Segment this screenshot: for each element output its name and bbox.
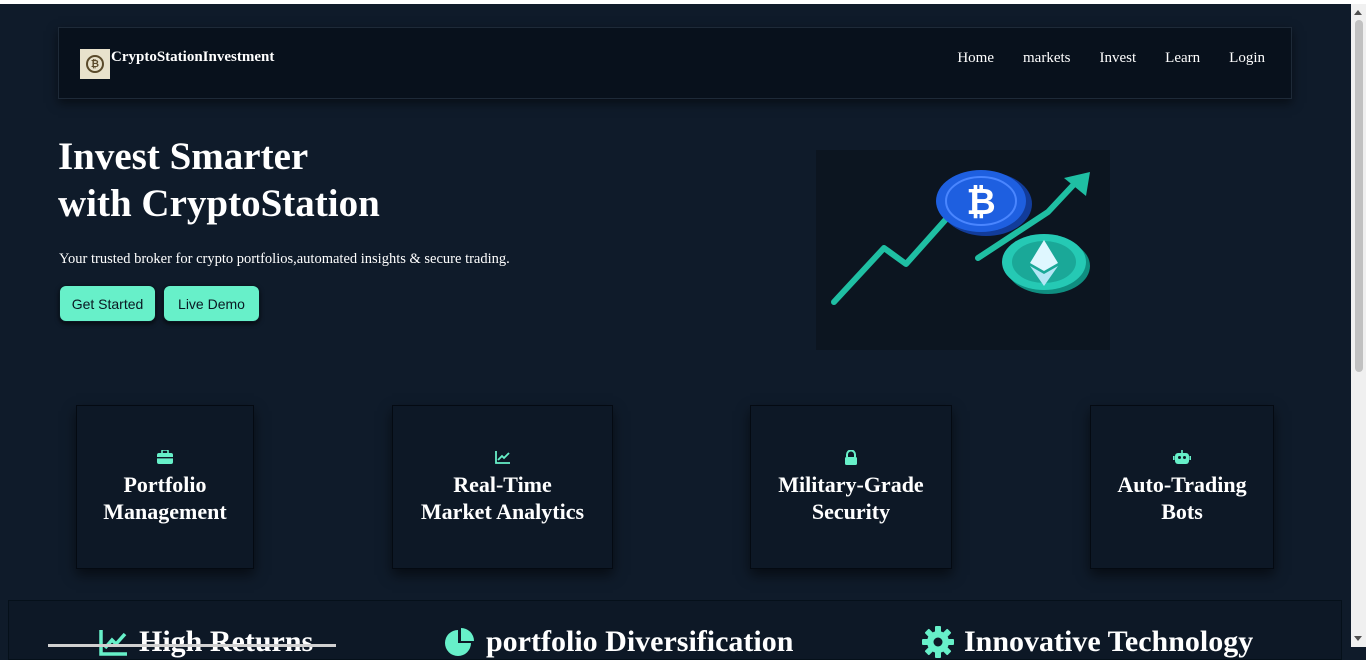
pie-chart-icon bbox=[444, 626, 476, 658]
card-title: Auto-Trading Bots bbox=[1117, 472, 1247, 524]
nav-home[interactable]: Home bbox=[957, 50, 994, 67]
card-auto-trading-bots[interactable]: Auto-Trading Bots bbox=[1090, 405, 1274, 569]
card-title: Portfolio Management bbox=[103, 472, 227, 524]
brand-logo[interactable]: ₿ bbox=[80, 49, 110, 79]
get-started-button[interactable]: Get Started bbox=[59, 285, 156, 322]
navbar: ₿ CryptoStationInvestment Home markets I… bbox=[58, 27, 1292, 99]
card-portfolio-management[interactable]: Portfolio Management bbox=[76, 405, 254, 569]
card-military-grade-security[interactable]: Military-Grade Security bbox=[750, 405, 952, 569]
briefcase-icon bbox=[157, 449, 173, 465]
card-title: Military-Grade Security bbox=[778, 472, 924, 524]
card-real-time-market-analytics[interactable]: Real-Time Market Analytics bbox=[392, 405, 613, 569]
scrollbar-thumb[interactable] bbox=[1355, 20, 1363, 372]
nav-links: Home markets Invest Learn Login bbox=[957, 50, 1265, 67]
scroll-down-arrow-icon[interactable] bbox=[1354, 636, 1362, 641]
nav-learn[interactable]: Learn bbox=[1165, 50, 1200, 67]
live-demo-button[interactable]: Live Demo bbox=[163, 285, 260, 322]
scroll-up-arrow-icon[interactable] bbox=[1354, 10, 1362, 15]
brand-name[interactable]: CryptoStationInvestment bbox=[111, 49, 274, 66]
hero-title-line1: Invest Smarter bbox=[58, 135, 309, 178]
feature-innovative-technology: Innovative Technology bbox=[922, 625, 1253, 659]
bitcoin-coin-icon: ₿ bbox=[936, 170, 1032, 236]
bitcoin-logo-icon: ₿ bbox=[86, 55, 104, 73]
hero-crypto-illustration: ₿ bbox=[816, 150, 1110, 350]
gear-icon bbox=[922, 626, 954, 658]
chart-line-icon bbox=[99, 628, 129, 656]
robot-icon bbox=[1173, 449, 1191, 465]
card-title: Real-Time Market Analytics bbox=[420, 472, 585, 524]
nav-invest[interactable]: Invest bbox=[1100, 50, 1137, 67]
features-section: High Returns portfolio Diversification I… bbox=[8, 600, 1342, 660]
chart-line-icon bbox=[494, 449, 511, 465]
nav-login[interactable]: Login bbox=[1229, 50, 1265, 67]
ethereum-coin-icon bbox=[1002, 234, 1090, 294]
hero-title-line2: with CryptoStation bbox=[58, 182, 380, 225]
hero-title: Invest Smarter with CryptoStation bbox=[58, 133, 380, 227]
feature-portfolio-diversification: portfolio Diversification bbox=[444, 625, 793, 659]
svg-text:₿: ₿ bbox=[966, 182, 995, 223]
feature-high-returns: High Returns bbox=[99, 625, 313, 659]
lock-icon bbox=[844, 449, 858, 465]
window-top-edge bbox=[0, 0, 1366, 4]
nav-markets[interactable]: markets bbox=[1023, 50, 1070, 67]
hero-subtitle: Your trusted broker for crypto portfolio… bbox=[59, 251, 510, 267]
vertical-scrollbar[interactable] bbox=[1351, 4, 1366, 647]
